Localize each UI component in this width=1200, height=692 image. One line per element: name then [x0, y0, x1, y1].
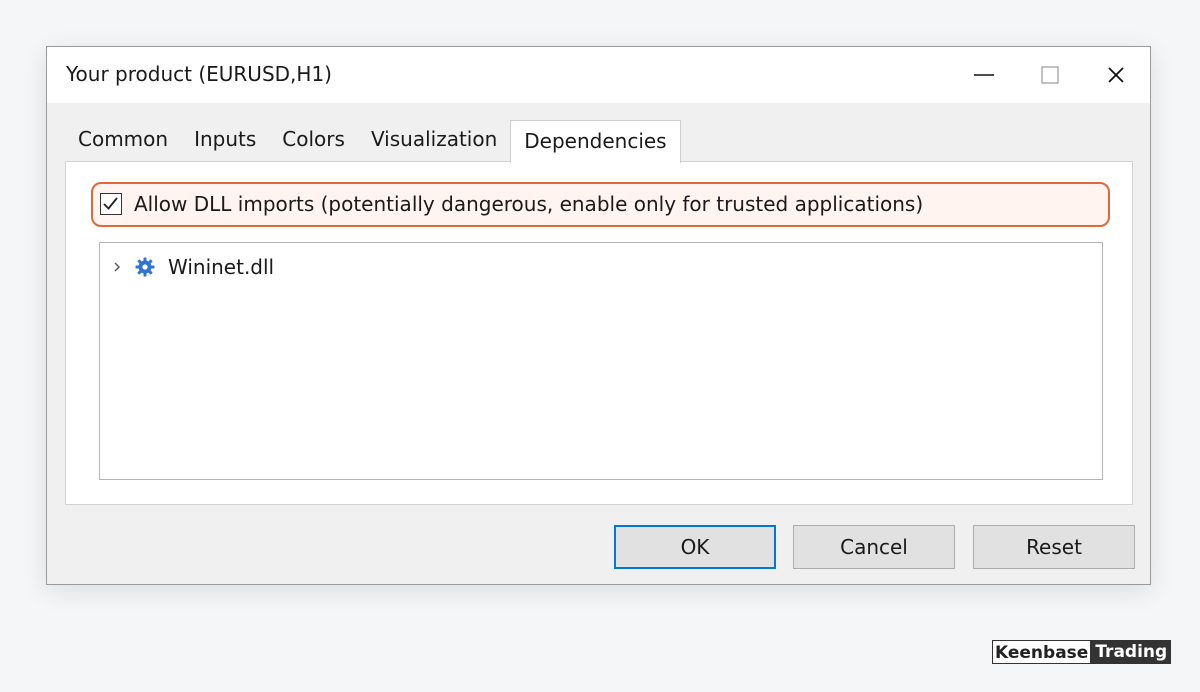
reset-button[interactable]: Reset — [973, 525, 1135, 569]
tab-common[interactable]: Common — [65, 127, 181, 162]
cancel-button[interactable]: Cancel — [793, 525, 955, 569]
title-bar: Your product (EURUSD,H1) — [47, 47, 1150, 103]
close-icon — [1108, 67, 1124, 83]
ok-button[interactable]: OK — [614, 525, 776, 569]
tab-inputs[interactable]: Inputs — [181, 127, 269, 162]
allow-dll-label[interactable]: Allow DLL imports (potentially dangerous… — [134, 192, 923, 216]
maximize-icon — [1041, 66, 1059, 84]
allow-dll-checkbox[interactable] — [100, 193, 122, 215]
tree-item[interactable]: Wininet.dll — [110, 253, 274, 281]
tab-strip: Common Inputs Colors Visualization Depen… — [65, 116, 681, 163]
dependencies-panel: Allow DLL imports (potentially dangerous… — [65, 161, 1133, 505]
maximize-button[interactable] — [1027, 55, 1073, 95]
tree-item-label: Wininet.dll — [168, 255, 275, 279]
watermark-logo: Keenbase Trading — [992, 640, 1172, 664]
window-title: Your product (EURUSD,H1) — [66, 62, 332, 86]
expand-chevron-icon[interactable] — [110, 261, 124, 273]
close-button[interactable] — [1093, 55, 1139, 95]
gear-icon — [134, 256, 156, 278]
watermark-part2: Trading — [1091, 640, 1172, 664]
dependency-tree[interactable]: Wininet.dll — [99, 242, 1103, 480]
minimize-button[interactable] — [961, 55, 1007, 95]
checkmark-icon — [103, 197, 118, 210]
tab-colors[interactable]: Colors — [269, 127, 358, 162]
tab-visualization[interactable]: Visualization — [358, 127, 510, 162]
allow-dll-highlight: Allow DLL imports (potentially dangerous… — [91, 182, 1110, 227]
tab-dependencies[interactable]: Dependencies — [510, 120, 681, 163]
dialog-window: Your product (EURUSD,H1) Common Inputs C… — [46, 46, 1151, 585]
minimize-icon — [974, 74, 994, 76]
watermark-part1: Keenbase — [992, 640, 1092, 664]
